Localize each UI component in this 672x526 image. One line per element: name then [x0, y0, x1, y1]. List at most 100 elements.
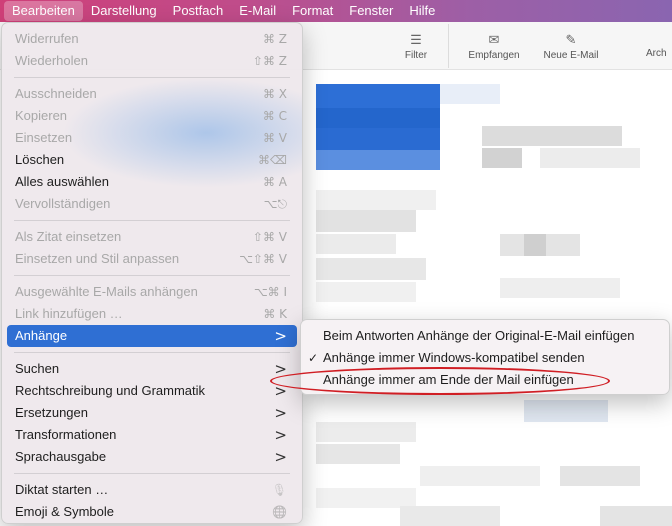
cut-item[interactable]: Ausschneiden ⌘ X — [7, 83, 297, 105]
globe-icon: 🌐 — [272, 505, 287, 519]
attachments-item[interactable]: Anhänge > — [7, 325, 297, 347]
receive-label: Empfangen — [468, 50, 520, 61]
redo-shortcut: ⇧⌘ Z — [252, 54, 287, 68]
pixel-block — [316, 150, 440, 170]
menu-hilfe[interactable]: Hilfe — [401, 0, 443, 22]
compose-icon: ✎ — [565, 32, 577, 47]
menu-postfach[interactable]: Postfach — [165, 0, 232, 22]
envelope-icon: ✉ — [488, 32, 500, 47]
menu-format[interactable]: Format — [284, 0, 341, 22]
pixel-block — [316, 210, 416, 232]
select-all-label: Alles auswählen — [15, 174, 109, 189]
attach-selected-label: Ausgewählte E-Mails anhängen — [15, 284, 198, 299]
chevron-right-icon: > — [274, 426, 287, 444]
copy-item[interactable]: Kopieren ⌘ C — [7, 105, 297, 127]
windows-compatible-item[interactable]: ✓ Anhänge immer Windows-kompatibel senden — [306, 347, 664, 369]
pixel-block — [420, 466, 540, 486]
menu-bearbeiten[interactable]: Bearbeiten — [4, 1, 83, 21]
add-link-label: Link hinzufügen … — [15, 306, 123, 321]
add-link-shortcut: ⌘ K — [263, 307, 287, 321]
pixel-block — [316, 128, 440, 150]
emoji-item[interactable]: Emoji & Symbole 🌐 — [7, 501, 297, 523]
attach-selected-item[interactable]: Ausgewählte E-Mails anhängen ⌥⌘ I — [7, 281, 297, 303]
substitutions-item[interactable]: Ersetzungen > — [7, 402, 297, 424]
menu-separator — [14, 220, 290, 221]
menu-darstellung[interactable]: Darstellung — [83, 0, 165, 22]
paste-match-label: Einsetzen und Stil anpassen — [15, 251, 180, 266]
copy-label: Kopieren — [15, 108, 68, 123]
undo-item[interactable]: Widerrufen ⌘ Z — [7, 28, 297, 50]
pixel-block — [316, 190, 436, 210]
checkmark-icon: ✓ — [308, 351, 319, 365]
paste-item[interactable]: Einsetzen ⌘ V — [7, 127, 297, 149]
pixel-block — [540, 148, 640, 168]
redo-item[interactable]: Wiederholen ⇧⌘ Z — [7, 50, 297, 72]
pixel-block — [316, 108, 440, 128]
copy-shortcut: ⌘ C — [262, 109, 287, 123]
pixel-block — [482, 126, 622, 146]
delete-label: Löschen — [15, 152, 65, 167]
menu-bar: Bearbeiten Darstellung Postfach E-Mail F… — [0, 0, 672, 22]
pixel-block — [316, 282, 416, 302]
undo-label: Widerrufen — [15, 31, 79, 46]
menu-email[interactable]: E-Mail — [231, 0, 284, 22]
dictation-item[interactable]: Diktat starten … 🎙 — [7, 479, 297, 501]
attach-selected-shortcut: ⌥⌘ I — [253, 285, 287, 299]
pixel-block — [316, 422, 416, 442]
new-mail-button[interactable]: ✎ Neue E-Mail — [536, 32, 606, 61]
paste-quote-label: Als Zitat einsetzen — [15, 229, 122, 244]
complete-label: Vervollständigen — [15, 196, 111, 211]
pixel-block — [316, 84, 440, 108]
transformations-item[interactable]: Transformationen > — [7, 424, 297, 446]
toolbar-divider — [448, 24, 449, 68]
add-link-item[interactable]: Link hinzufügen … ⌘ K — [7, 303, 297, 325]
menu-separator — [14, 352, 290, 353]
pixel-block — [316, 258, 426, 280]
pixel-block — [524, 400, 608, 422]
find-item[interactable]: Suchen > — [7, 358, 297, 380]
pixel-block — [316, 234, 396, 254]
chevron-right-icon: > — [274, 404, 287, 422]
windows-compatible-label: Anhänge immer Windows-kompatibel senden — [323, 350, 585, 365]
paste-quote-shortcut: ⇧⌘ V — [252, 230, 287, 244]
complete-shortcut: ⌥⎋ — [263, 197, 287, 211]
emoji-label: Emoji & Symbole — [15, 504, 114, 519]
archive-button[interactable]: ▭ Arch — [646, 32, 672, 59]
transformations-label: Transformationen — [15, 427, 117, 442]
microphone-icon: 🎙 — [271, 483, 287, 497]
menu-separator — [14, 473, 290, 474]
delete-shortcut: ⌘⌫ — [258, 153, 287, 167]
paste-label: Einsetzen — [15, 130, 73, 145]
select-all-shortcut: ⌘ A — [262, 175, 287, 189]
pixel-block — [440, 84, 500, 104]
speech-label: Sprachausgabe — [15, 449, 107, 464]
reply-attachments-item[interactable]: Beim Antworten Anhänge der Original-E-Ma… — [306, 325, 664, 347]
filter-icon: ☰ — [410, 32, 422, 47]
spelling-item[interactable]: Rechtschreibung und Grammatik > — [7, 380, 297, 402]
chevron-right-icon: > — [274, 327, 287, 345]
pixel-block — [500, 278, 620, 298]
pixel-block — [524, 234, 546, 256]
new-mail-label: Neue E-Mail — [543, 50, 599, 61]
menu-separator — [14, 77, 290, 78]
delete-item[interactable]: Löschen ⌘⌫ — [7, 149, 297, 171]
undo-shortcut: ⌘ Z — [262, 32, 287, 46]
substitutions-label: Ersetzungen — [15, 405, 88, 420]
complete-item[interactable]: Vervollständigen ⌥⎋ — [7, 193, 297, 215]
paste-shortcut: ⌘ V — [262, 131, 287, 145]
paste-match-item[interactable]: Einsetzen und Stil anpassen ⌥⇧⌘ V — [7, 248, 297, 270]
select-all-item[interactable]: Alles auswählen ⌘ A — [7, 171, 297, 193]
menu-fenster[interactable]: Fenster — [341, 0, 401, 22]
cut-shortcut: ⌘ X — [262, 87, 287, 101]
receive-button[interactable]: ✉ Empfangen — [462, 32, 526, 61]
pixel-block — [600, 506, 672, 526]
filter-button[interactable]: ☰ Filter — [398, 32, 434, 61]
paste-quote-item[interactable]: Als Zitat einsetzen ⇧⌘ V — [7, 226, 297, 248]
menu-separator — [14, 275, 290, 276]
speech-item[interactable]: Sprachausgabe > — [7, 446, 297, 468]
reply-attachments-label: Beim Antworten Anhänge der Original-E-Ma… — [323, 328, 635, 343]
pixel-block — [316, 444, 400, 464]
highlight-ellipse — [270, 367, 610, 395]
find-label: Suchen — [15, 361, 60, 376]
paste-match-shortcut: ⌥⇧⌘ V — [239, 252, 287, 266]
